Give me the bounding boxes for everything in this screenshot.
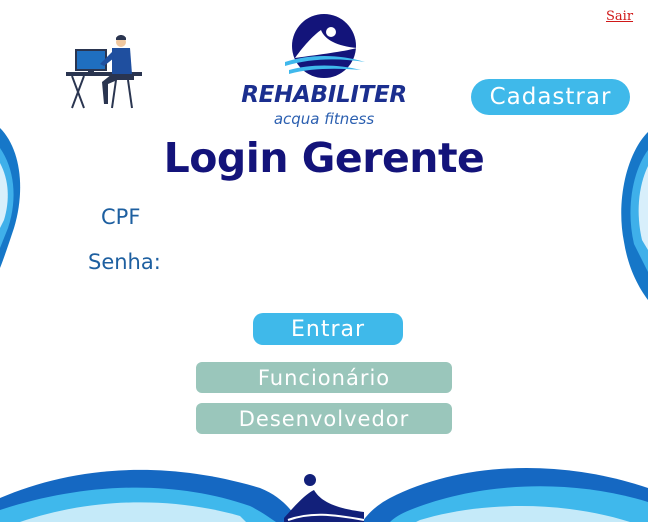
password-label: Senha: bbox=[88, 250, 161, 274]
cpf-field[interactable] bbox=[160, 206, 424, 234]
swimmer-icon bbox=[284, 474, 365, 522]
page-title: Login Gerente bbox=[163, 134, 485, 182]
cpf-label: CPF bbox=[101, 205, 141, 229]
employee-button[interactable]: Funcionário bbox=[196, 362, 452, 393]
register-button[interactable]: Cadastrar bbox=[471, 79, 630, 115]
brand-name: REHABILITER bbox=[241, 82, 407, 108]
password-field[interactable] bbox=[170, 251, 434, 279]
office-worker-illustration bbox=[66, 35, 142, 109]
swimmer-logo-icon bbox=[285, 14, 365, 78]
login-button[interactable]: Entrar bbox=[253, 313, 403, 345]
logout-link[interactable]: Sair bbox=[606, 9, 633, 24]
brand-tagline: acqua fitness bbox=[273, 110, 375, 128]
developer-button[interactable]: Desenvolvedor bbox=[196, 403, 452, 434]
